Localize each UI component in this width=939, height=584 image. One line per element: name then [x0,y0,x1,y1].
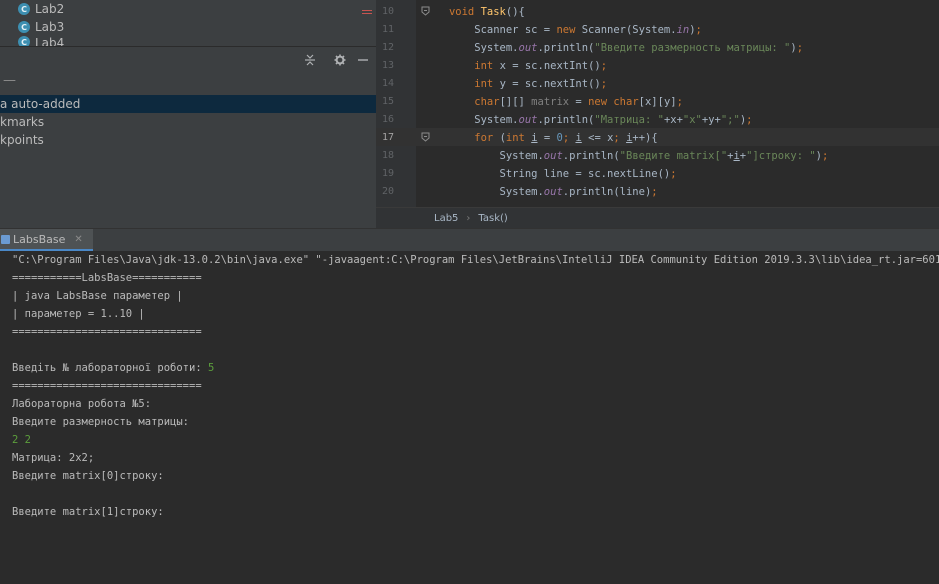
bookmark-item-breakpoints[interactable]: kpoints [0,131,376,149]
line-number-current: 17 [381,132,394,143]
tab-labsbase[interactable]: LabsBase ✕ [0,229,93,251]
bookmarks-group-row[interactable]: — [0,72,376,94]
class-icon: C [18,3,30,15]
code-line[interactable]: System.out.println("Введите matrix["+i+"… [430,147,829,165]
line-number: 19 [381,168,394,179]
tree-item-label: Lab2 [35,2,65,16]
fold-marker-icon[interactable] [421,132,430,142]
breadcrumb-separator: › [466,213,471,224]
bookmark-item-auto-added[interactable]: a auto-added [0,95,376,113]
class-icon: C [18,36,30,46]
bookmarks-toolbar [0,46,376,73]
bookmark-label: kmarks [0,115,45,129]
line-number: 20 [381,186,394,197]
minimize-icon[interactable] [353,50,373,70]
line-number: 10 [381,6,394,17]
fold-gutter [416,0,430,207]
console-line: Лабораторна робота №5: [12,398,152,410]
collapse-minus[interactable]: — [3,73,16,88]
tree-item-lab2[interactable]: C Lab2 [18,0,64,18]
gear-icon[interactable] [330,50,350,70]
collapse-icon[interactable] [300,50,320,70]
console-line: ============================== [12,326,202,338]
line-number: 12 [381,42,394,53]
console-line: | параметер = 1..10 | [12,308,145,320]
tree-item-lab4[interactable]: C Lab4 [18,36,64,46]
run-tab-bar: LabsBase ✕ [0,228,939,252]
close-icon[interactable]: ✕ [74,234,82,245]
code-line[interactable]: String line = sc.nextLine(); [430,165,677,183]
console-line: Матрица: 2x2; [12,452,95,464]
line-number: 13 [381,60,394,71]
code-line[interactable]: System.out.println("Матрица: "+x+"x"+y+"… [430,111,752,129]
breadcrumb: Lab5 › Task() [376,207,939,229]
console-user-input: 5 [207,362,215,374]
change-marker [362,10,372,11]
console-line: Введите размерность матрицы: [12,416,190,428]
code-line[interactable]: char[][] matrix = new char[x][y]; [430,93,683,111]
console-line: | java LabsBase параметер | [12,290,183,302]
tree-item-lab3[interactable]: C Lab3 [18,18,64,36]
console-line: ===========LabsBase=========== [12,272,202,284]
tree-item-label: Lab4 [35,36,65,46]
console-line: Введите matrix[0]строку: [12,470,164,482]
breadcrumb-class[interactable]: Lab5 [434,213,458,224]
run-config-icon [1,234,10,244]
line-number: 16 [381,114,394,125]
code-line[interactable]: int y = sc.nextInt(); [430,75,607,93]
code-line[interactable]: void Task(){ [430,3,525,21]
code-line-current[interactable]: for (int i = 0; i <= x; i++){ [430,129,657,147]
bookmark-label: a auto-added [0,97,81,111]
code-line[interactable]: System.out.println(line); [430,183,658,201]
tree-item-label: Lab3 [35,20,65,34]
line-number: 15 [381,96,394,107]
code-line[interactable]: System.out.println("Введите размерность … [430,39,803,57]
console-line: Введите matrix[1]строку: [12,506,164,518]
console-user-input: 2 2 [12,434,31,446]
fold-marker-icon[interactable] [421,6,430,16]
bookmark-label: kpoints [0,133,44,147]
console-prompt: Введіть № лабораторної роботи: [12,362,208,374]
bookmark-item-bookmarks[interactable]: kmarks [0,113,376,131]
line-number: 14 [381,78,394,89]
console-line: Введіть № лабораторної роботи: 5 [12,359,214,377]
class-icon: C [18,21,30,33]
console-line: "C:\Program Files\Java\jdk-13.0.2\bin\ja… [12,254,939,266]
console-line: ============================== [12,380,202,392]
breadcrumb-method[interactable]: Task() [478,213,507,224]
tab-label: LabsBase [13,232,66,246]
change-marker [362,13,372,14]
line-number: 18 [381,150,394,161]
code-line[interactable]: Scanner sc = new Scanner(System.in); [430,21,702,39]
line-number: 11 [381,24,394,35]
code-line[interactable]: int x = sc.nextInt(); [430,57,607,75]
